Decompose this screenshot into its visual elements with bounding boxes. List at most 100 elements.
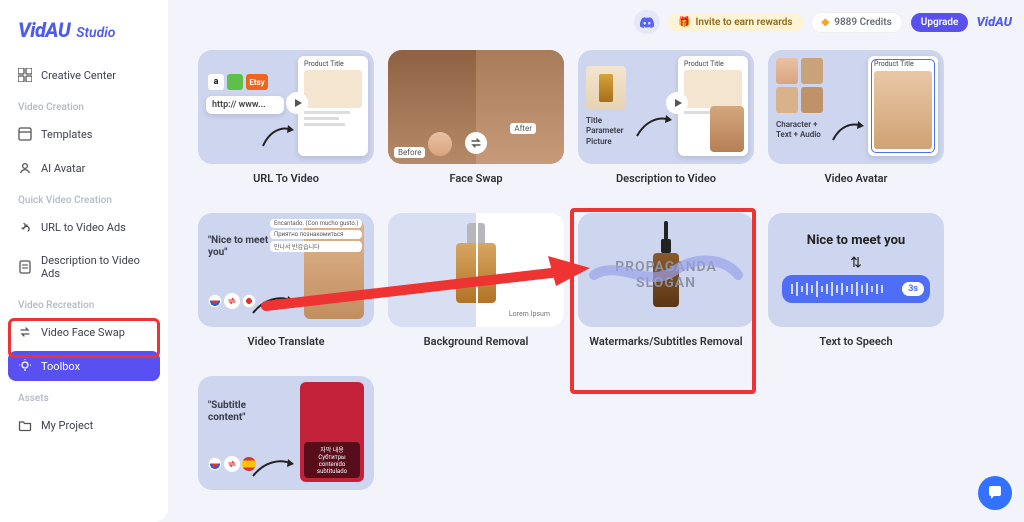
face-mini-icon xyxy=(428,132,452,156)
brand-studio: Studio xyxy=(76,25,115,41)
card-text-to-speech[interactable]: Nice to meet you ⇅ 3s Text to Speech xyxy=(768,213,944,362)
upgrade-label: Upgrade xyxy=(921,17,959,28)
card-title: Watermarks/Subtitles Removal xyxy=(578,327,754,362)
chat-icon xyxy=(987,485,1003,501)
brand-small: VidAU xyxy=(976,15,1012,30)
swap-mini-icon xyxy=(224,456,240,472)
section-quick: Quick Video Creation xyxy=(8,187,160,208)
discord-icon xyxy=(640,17,654,28)
lightbulb-icon xyxy=(18,359,32,373)
etsy-icon: Etsy xyxy=(246,74,268,90)
sidebar: VidAU Studio Creative Center Video Creat… xyxy=(0,0,168,522)
card-title: Text to Speech xyxy=(768,327,944,362)
invite-button[interactable]: 🎁 Invite to earn rewards xyxy=(668,13,802,32)
line: Picture xyxy=(586,137,624,147)
section-assets: Assets xyxy=(8,385,160,406)
sub-line: Субтитры xyxy=(307,454,357,461)
line: Character + xyxy=(776,120,821,130)
swap-circle-icon xyxy=(465,132,487,154)
card-thumb: Product Title Title Parameter Picture xyxy=(578,50,754,164)
card-video-translate[interactable]: "Nice to meet you" Encantado. (Con mucho… xyxy=(198,213,374,362)
avatar-icon xyxy=(18,161,32,175)
card-title: Background Removal xyxy=(388,327,564,362)
phrase: "Nice to meet you" xyxy=(208,235,278,259)
waveform-icon xyxy=(788,280,888,298)
arrow-curve-icon xyxy=(248,454,298,484)
card-face-swap[interactable]: Before After Face Swap xyxy=(388,50,564,199)
before-tag: Before xyxy=(394,147,425,158)
credits-label: 9889 Credits xyxy=(834,17,892,28)
folder-icon xyxy=(18,418,32,432)
card-thumb: "Nice to meet you" Encantado. (Con mucho… xyxy=(198,213,374,327)
after-tag: After xyxy=(510,123,536,134)
gift-icon: 🎁 xyxy=(678,17,690,28)
nav-toolbox[interactable]: Toolbox xyxy=(8,351,160,381)
flag-kr-icon xyxy=(208,457,222,471)
topbar: 🎁 Invite to earn rewards ◆ 9889 Credits … xyxy=(634,10,1012,34)
shopify-icon xyxy=(227,74,243,90)
section-recreation: Video Recreation xyxy=(8,292,160,313)
line: Text + Audio xyxy=(776,130,821,140)
nav-label: My Project xyxy=(41,419,93,432)
panel-title: Product Title xyxy=(684,60,742,68)
play-icon xyxy=(286,92,308,114)
bubble: Приятно познакомиться xyxy=(270,230,362,239)
line: Title xyxy=(586,116,624,126)
arrow-curve-icon xyxy=(828,114,868,148)
convert-icon: ⇅ xyxy=(850,255,862,271)
nav-label: Video Face Swap xyxy=(41,326,125,339)
card-thumb: Nice to meet you ⇅ 3s xyxy=(768,213,944,327)
grid-icon xyxy=(18,68,32,82)
brand-name: VidAU xyxy=(18,18,70,42)
card-subtitle-content[interactable]: 자막 내용 Субтитры contenido subtitulado "Su… xyxy=(198,376,374,490)
nav-label: Description to Video Ads xyxy=(41,254,150,280)
link-icon xyxy=(18,220,32,234)
card-thumb: PROPAGANDA SLOGAN xyxy=(578,213,754,327)
card-url-to-video[interactable]: Product Title a Etsy http:// www... URL … xyxy=(198,50,374,199)
card-description-to-video[interactable]: Product Title Title Parameter Picture De… xyxy=(578,50,754,199)
bubble: Encantado. (Con mucho gusto.) xyxy=(270,219,362,228)
brand-label: Lorem Ipsum xyxy=(505,309,554,319)
chat-fab[interactable] xyxy=(978,476,1012,510)
nav-creative-center[interactable]: Creative Center xyxy=(8,60,160,90)
card-video-avatar[interactable]: Product Title Character + Text + Audio V… xyxy=(768,50,944,199)
card-watermark-removal[interactable]: PROPAGANDA SLOGAN Watermarks/Subtitles R… xyxy=(578,213,754,362)
card-thumb: Product Title Character + Text + Audio xyxy=(768,50,944,164)
main-content: Product Title a Etsy http:// www... URL … xyxy=(168,0,1024,522)
scribble-icon xyxy=(588,253,744,293)
tool-grid: Product Title a Etsy http:// www... URL … xyxy=(198,50,994,490)
phrase: Nice to meet you xyxy=(768,233,944,248)
nav-label: Templates xyxy=(41,128,92,141)
logo[interactable]: VidAU Studio xyxy=(8,14,160,56)
nav-url-to-video-ads[interactable]: URL to Video Ads xyxy=(8,212,160,242)
panel-title: Product Title xyxy=(304,60,362,68)
nav-description-to-video-ads[interactable]: Description to Video Ads xyxy=(8,246,160,288)
section-video-creation: Video Creation xyxy=(8,94,160,115)
card-title: Video Avatar xyxy=(768,164,944,199)
upgrade-button[interactable]: Upgrade xyxy=(911,13,969,32)
card-title: Description to Video xyxy=(578,164,754,199)
nav-video-face-swap[interactable]: Video Face Swap xyxy=(8,317,160,347)
product-icon xyxy=(586,66,626,110)
credits-badge[interactable]: ◆ 9889 Credits xyxy=(811,12,903,33)
template-icon xyxy=(18,127,32,141)
panel-title: Product Title xyxy=(874,60,932,68)
nav-label: URL to Video Ads xyxy=(41,221,126,234)
nav-ai-avatar[interactable]: AI Avatar xyxy=(8,153,160,183)
arrow-curve-icon xyxy=(632,110,676,144)
arrow-curve-icon xyxy=(258,118,298,154)
discord-button[interactable] xyxy=(634,10,660,34)
amazon-icon: a xyxy=(208,74,224,90)
nav-my-project[interactable]: My Project xyxy=(8,410,160,440)
card-title: URL To Video xyxy=(198,164,374,199)
diamond-icon: ◆ xyxy=(822,17,830,28)
sub-line: contenido subtitulado xyxy=(307,461,357,475)
document-icon xyxy=(18,260,32,274)
nav-label: Creative Center xyxy=(41,69,116,82)
nav-label: Toolbox xyxy=(41,360,80,373)
card-thumb: Lorem Ipsum xyxy=(388,213,564,327)
nav-templates[interactable]: Templates xyxy=(8,119,160,149)
swap-icon xyxy=(18,325,32,339)
card-background-removal[interactable]: Lorem Ipsum Background Removal xyxy=(388,213,564,362)
card-title: Video Translate xyxy=(198,327,374,362)
